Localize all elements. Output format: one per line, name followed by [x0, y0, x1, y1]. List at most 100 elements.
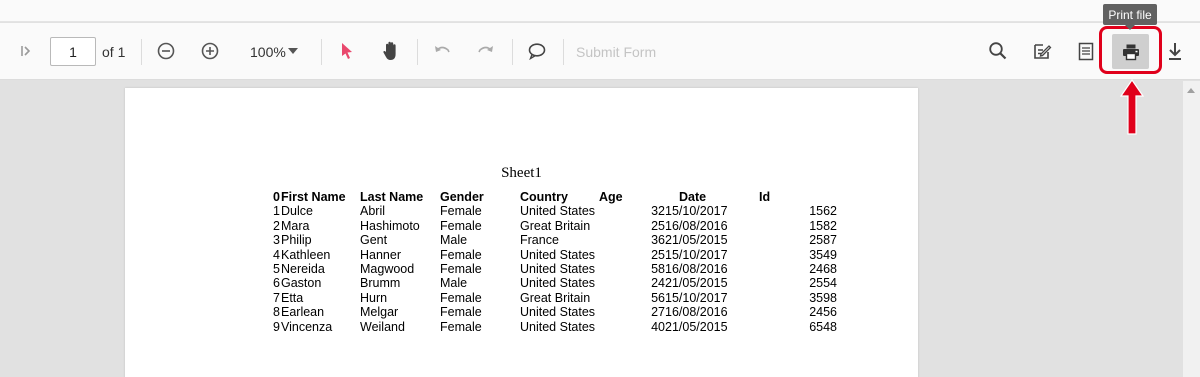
- pdf-page: Sheet1 0 First Name Last Name Gender Cou…: [125, 88, 918, 377]
- cell-age: 25: [651, 218, 665, 233]
- cell-last-name: Brumm: [360, 276, 401, 291]
- cell-date: 21/05/2015: [665, 276, 728, 291]
- cell-index: 1: [273, 204, 280, 219]
- cell-id: 2587: [809, 233, 837, 248]
- cell-index: 6: [273, 276, 280, 291]
- cell-gender: Male: [440, 233, 468, 248]
- cell-id: 2456: [809, 305, 837, 320]
- zoom-level-dropdown[interactable]: 100%: [250, 44, 286, 60]
- cell-country: United States: [520, 247, 596, 262]
- cell-first-name: Nereida: [281, 261, 325, 276]
- toolbar-divider: [141, 39, 142, 65]
- cell-first-name: Etta: [281, 290, 304, 305]
- cell-index: 7: [273, 290, 280, 305]
- cell-gender: Female: [440, 290, 482, 305]
- cell-gender: Female: [440, 247, 482, 262]
- hand-icon[interactable]: [380, 39, 402, 63]
- sheet-title: Sheet1: [501, 165, 542, 181]
- cell-gender: Female: [440, 305, 482, 320]
- cell-gender: Female: [440, 261, 482, 276]
- cell-last-name: Hashimoto: [360, 218, 420, 233]
- page-count-label: of 1: [102, 44, 126, 60]
- toolbar-divider: [321, 39, 322, 65]
- cell-country: United States: [520, 204, 596, 219]
- pointer-arrow-icon[interactable]: [337, 40, 357, 62]
- top-strip: [0, 0, 1200, 22]
- cell-country: United States: [520, 319, 596, 334]
- cell-country: France: [520, 233, 559, 248]
- edit-annotation-icon[interactable]: [1031, 40, 1053, 62]
- cell-date: 15/10/2017: [665, 247, 728, 262]
- zoom-in-icon[interactable]: [199, 40, 221, 62]
- cell-first-name: Mara: [281, 218, 310, 233]
- cell-country: Great Britain: [520, 218, 591, 233]
- cell-date: 21/05/2015: [665, 319, 728, 334]
- undo-icon[interactable]: [432, 41, 452, 61]
- cell-date: 15/10/2017: [665, 290, 728, 305]
- cell-first-name: Kathleen: [281, 247, 331, 262]
- cell-date: 16/08/2016: [665, 261, 728, 276]
- cell-first-name: Gaston: [281, 276, 322, 291]
- header-index: 0: [273, 190, 280, 204]
- print-highlight-box: [1099, 26, 1162, 74]
- cell-id: 2554: [809, 276, 837, 291]
- cell-last-name: Hurn: [360, 290, 388, 305]
- cell-index: 9: [273, 319, 280, 334]
- cell-first-name: Earlean: [281, 305, 325, 320]
- cell-last-name: Gent: [360, 233, 388, 248]
- cell-country: United States: [520, 261, 596, 276]
- header-gender: Gender: [440, 190, 484, 204]
- cell-id: 1562: [809, 204, 837, 219]
- cell-gender: Female: [440, 218, 482, 233]
- search-icon[interactable]: [987, 40, 1009, 62]
- zoom-out-icon[interactable]: [155, 40, 177, 62]
- header-id: Id: [759, 190, 771, 204]
- cell-index: 8: [273, 305, 280, 320]
- cell-country: United States: [520, 276, 596, 291]
- cell-country: United States: [520, 305, 596, 320]
- submit-form-button[interactable]: Submit Form: [576, 44, 656, 60]
- cell-gender: Female: [440, 319, 482, 334]
- toolbar-divider: [417, 39, 418, 65]
- cell-id: 6548: [809, 319, 837, 334]
- cell-age: 58: [651, 261, 665, 276]
- cell-last-name: Weiland: [360, 319, 405, 334]
- cell-index: 3: [273, 233, 280, 248]
- toolbar-divider: [563, 39, 564, 65]
- cell-last-name: Abril: [360, 204, 386, 219]
- cell-id: 3549: [809, 247, 837, 262]
- form-icon[interactable]: [1075, 40, 1097, 62]
- cell-last-name: Magwood: [360, 261, 415, 276]
- cell-age: 32: [651, 204, 665, 219]
- pdf-toolbar: of 1 100% Submit Form: [0, 23, 1200, 80]
- cell-index: 5: [273, 261, 280, 276]
- cell-gender: Female: [440, 204, 482, 219]
- chevron-down-icon[interactable]: [286, 45, 300, 57]
- up-arrow-annotation: [1117, 78, 1147, 141]
- cell-id: 3598: [809, 290, 837, 305]
- cell-age: 25: [651, 247, 665, 262]
- tooltip-tail: [1125, 25, 1135, 30]
- cell-id: 1582: [809, 218, 837, 233]
- skip-to-start-icon[interactable]: [16, 41, 36, 61]
- cell-last-name: Melgar: [360, 305, 399, 320]
- cell-country: Great Britain: [520, 290, 591, 305]
- cell-gender: Male: [440, 276, 468, 291]
- cell-date: 21/05/2015: [665, 233, 728, 248]
- scroll-up-icon[interactable]: [1187, 88, 1195, 93]
- cell-first-name: Philip: [281, 233, 312, 248]
- cell-age: 24: [651, 276, 665, 291]
- header-age: Age: [599, 190, 623, 204]
- download-icon[interactable]: [1164, 40, 1186, 62]
- cell-first-name: Vincenza: [281, 319, 333, 334]
- toolbar-divider: [512, 39, 513, 65]
- header-country: Country: [520, 190, 568, 204]
- header-last-name: Last Name: [360, 190, 424, 204]
- cell-age: 36: [651, 233, 665, 248]
- redo-icon[interactable]: [476, 41, 496, 61]
- page-number-input[interactable]: [50, 37, 96, 66]
- comment-icon[interactable]: [526, 40, 548, 62]
- cell-index: 2: [273, 218, 280, 233]
- vertical-scrollbar[interactable]: [1183, 81, 1200, 377]
- cell-age: 56: [651, 290, 665, 305]
